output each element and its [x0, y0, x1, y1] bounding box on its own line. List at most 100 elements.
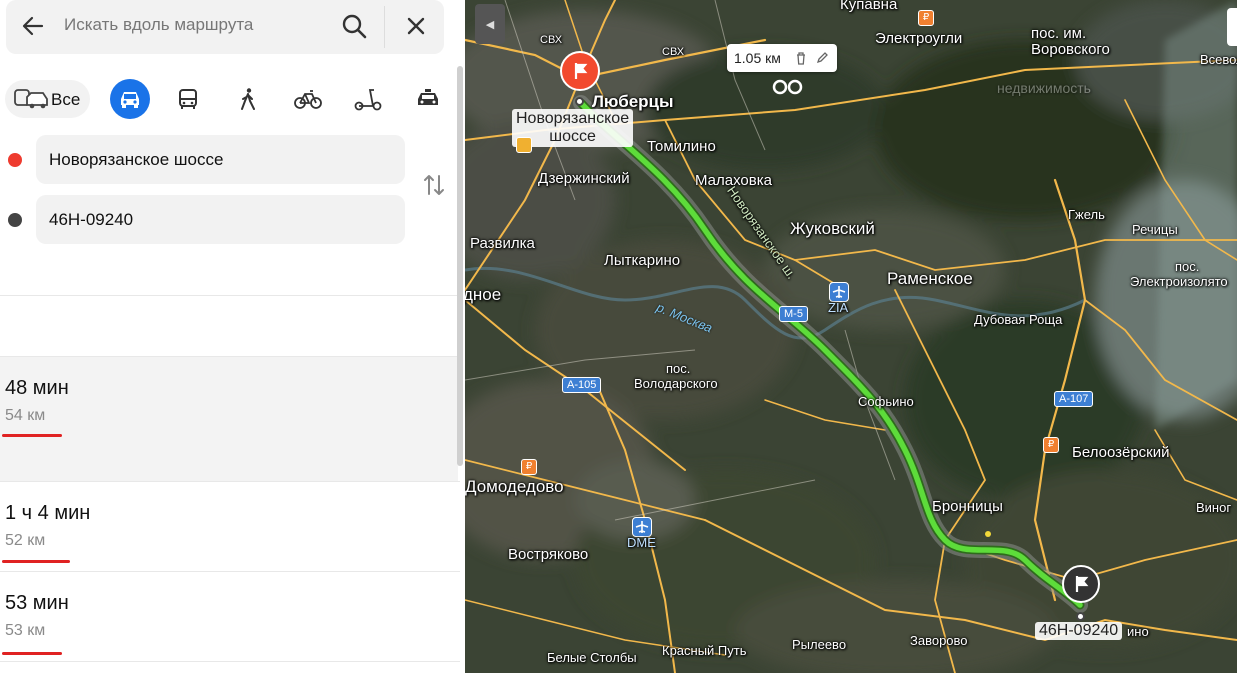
airport-icon[interactable] [829, 282, 849, 302]
route-panel: Искать вдоль маршрута Все Новорязанское … [0, 0, 465, 673]
route-time: 53 мин [5, 592, 69, 614]
place-label: Виног [1196, 500, 1232, 515]
search-placeholder[interactable]: Искать вдоль маршрута [64, 15, 253, 35]
place-label: Лыткарино [604, 252, 681, 269]
search-icon[interactable] [340, 12, 368, 40]
satellite-map[interactable]: ◀ 1.05 км Новорязанское шоссе 46Н-09240 А… [465, 0, 1237, 673]
bus-icon [179, 89, 197, 109]
mode-taxi-button[interactable] [408, 79, 448, 119]
place-label: Дзержинский [538, 170, 630, 187]
panel-scrollbar[interactable] [457, 66, 463, 466]
map-control-edge[interactable] [1227, 8, 1237, 46]
place-label: Востряково [508, 546, 589, 563]
road-shield: А-105 [562, 377, 602, 393]
airport-code: DME [627, 535, 656, 550]
end-point-marker [1076, 612, 1085, 621]
gas-station-icon[interactable]: ₽ [1043, 437, 1059, 453]
place-label: Рылеево [792, 637, 847, 652]
pedestrian-icon [241, 88, 255, 110]
place-label: Домодедово [465, 477, 564, 496]
airport-icon[interactable] [632, 517, 652, 537]
place-label: Люберцы [592, 92, 674, 111]
route-distance: 52 км [5, 532, 46, 549]
start-point-field[interactable]: Новорязанское шоссе [36, 135, 405, 184]
divider [0, 295, 460, 296]
place-label: Электроизолято [1130, 274, 1228, 289]
road-label: СВХ [540, 34, 563, 46]
place-label: Электроугли [875, 30, 963, 47]
end-point-dot [8, 213, 22, 227]
trash-icon[interactable] [795, 52, 807, 65]
poi-icon[interactable] [516, 137, 532, 153]
mode-walk-button[interactable] [228, 79, 268, 119]
pencil-icon[interactable] [816, 52, 828, 64]
place-label: Бронницы [932, 498, 1003, 515]
mode-bicycle-button[interactable] [288, 79, 328, 119]
mode-car-button[interactable] [110, 79, 150, 119]
place-label: пос. [666, 361, 691, 376]
divider [0, 661, 460, 662]
close-icon[interactable] [402, 12, 430, 40]
route-search-bar[interactable]: Искать вдоль маршрута [6, 0, 444, 54]
place-label: пос. [1175, 259, 1200, 274]
place-label: Речицы [1132, 222, 1178, 237]
start-point-dot [8, 153, 22, 167]
car-bus-icon [14, 89, 48, 109]
ruler-points-icon[interactable] [771, 78, 805, 96]
place-label: Красный Путь [662, 643, 747, 658]
start-point-marker [575, 97, 584, 106]
route-annotation-underline [2, 652, 62, 655]
place-label: Белоозёрский [1072, 444, 1170, 461]
swap-points-icon[interactable] [421, 172, 447, 198]
road-label: СВХ [662, 46, 685, 58]
place-label: Софьино [858, 394, 914, 409]
route-annotation-underline [2, 560, 70, 563]
scooter-icon [354, 89, 382, 111]
airport-code: ZIA [828, 300, 849, 315]
car-icon [121, 92, 139, 108]
taxi-icon [418, 89, 438, 105]
route-option-2[interactable]: 1 ч 4 мин 52 км [0, 482, 458, 571]
collapse-panel-button[interactable]: ◀ [475, 4, 505, 44]
route-time: 48 мин [5, 377, 69, 399]
place-label: Всеволод [1200, 52, 1237, 67]
mode-all-button[interactable]: Все [5, 80, 90, 118]
search-separator [384, 6, 385, 48]
place-label: Володарского [634, 376, 718, 391]
route-option-3[interactable]: 53 мин 53 км [0, 572, 458, 664]
ruler-distance: 1.05 км [734, 50, 781, 66]
transport-mode-bar: Все [0, 78, 460, 120]
end-pin-icon[interactable] [1062, 565, 1100, 603]
place-label: Жуковский [790, 219, 875, 238]
place-label: Дубовая Роща [974, 312, 1063, 327]
end-point-field[interactable]: 46Н-09240 [36, 195, 405, 244]
mode-all-label: Все [51, 90, 81, 109]
start-pin-icon[interactable] [560, 51, 600, 91]
route-time: 1 ч 4 мин [5, 502, 91, 524]
place-label: Развилка [470, 235, 535, 252]
gas-station-icon[interactable]: ₽ [521, 459, 537, 475]
mode-bus-button[interactable] [168, 79, 208, 119]
place-label: Купавна [840, 0, 898, 13]
place-label: пос. им. [1031, 25, 1087, 42]
place-label: ино [1127, 624, 1149, 639]
mode-scooter-button[interactable] [348, 79, 388, 119]
back-arrow-icon[interactable] [20, 13, 46, 39]
place-label: Гжель [1068, 207, 1105, 222]
gas-station-icon[interactable]: ₽ [918, 10, 934, 26]
end-label: 46Н-09240 [1035, 622, 1123, 640]
place-label: Белые Столбы [547, 650, 637, 665]
end-point-value[interactable]: 46Н-09240 [49, 210, 133, 230]
place-label: Раменское [887, 269, 973, 288]
route-option-1[interactable]: 48 мин 54 км [0, 357, 458, 481]
route-distance: 53 км [5, 622, 46, 639]
start-point-value[interactable]: Новорязанское шоссе [49, 150, 223, 170]
place-label: Томилино [647, 138, 716, 155]
place-label: Заворово [910, 633, 968, 648]
watermark: недвижимость [997, 80, 1091, 96]
road-shield: А-107 [1054, 391, 1094, 407]
route-annotation-underline [2, 434, 62, 437]
place-label: дное [465, 285, 502, 304]
ruler-measurement[interactable]: 1.05 км [727, 44, 837, 72]
place-label: Воровского [1031, 41, 1110, 58]
